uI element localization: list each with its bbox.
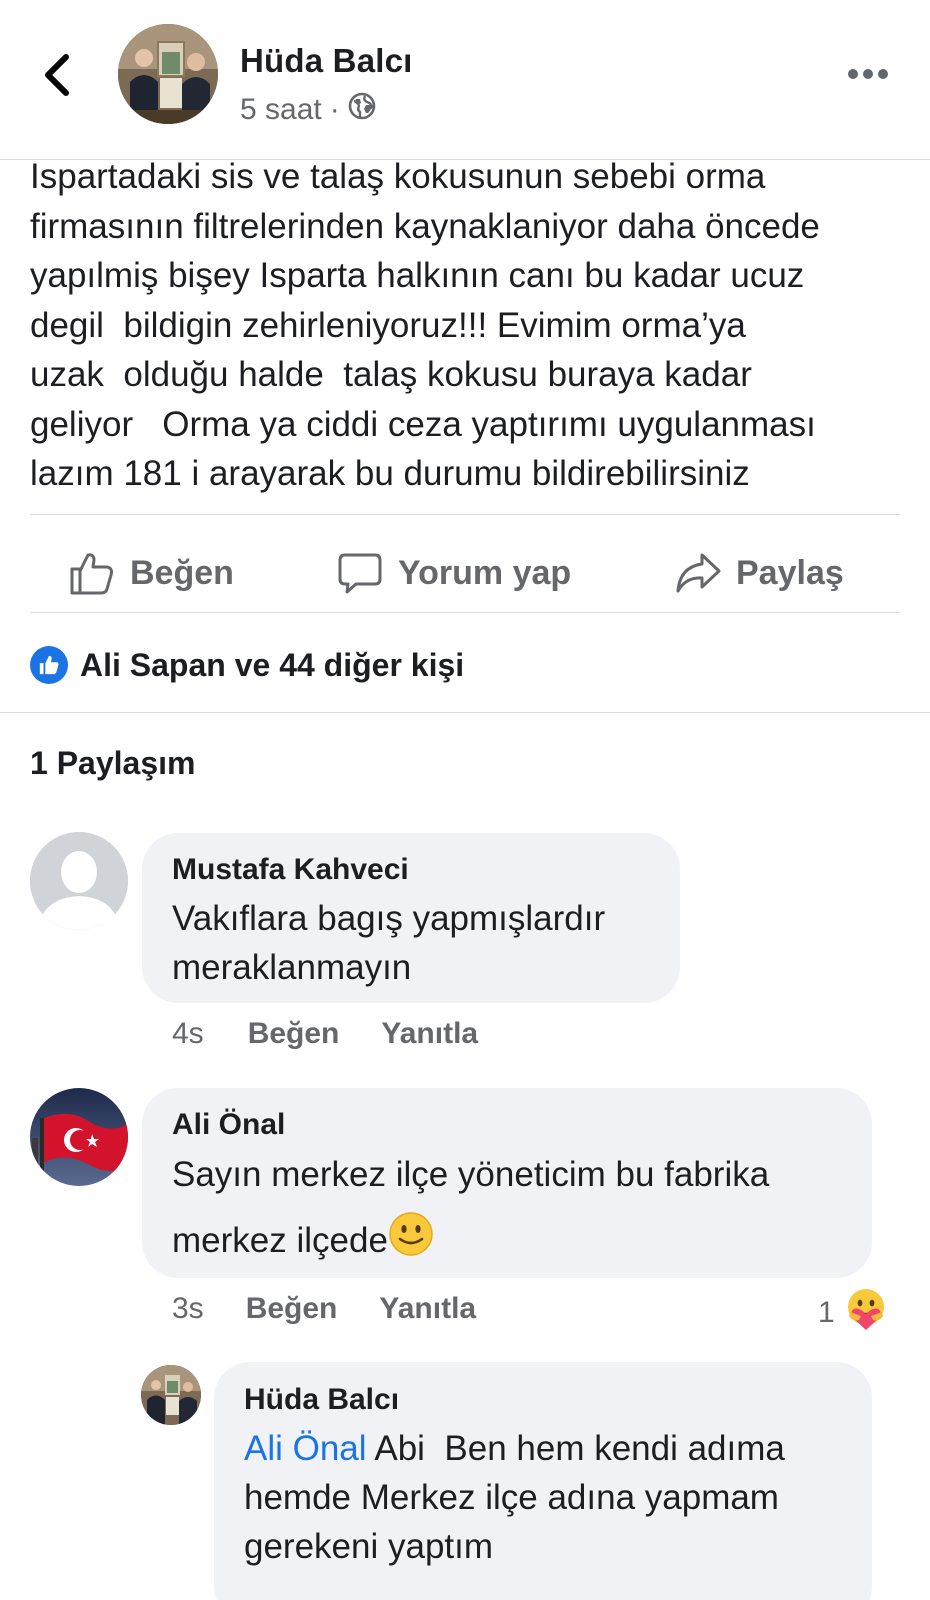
meta-separator: · xyxy=(329,93,340,126)
comment-text-line: Sayın merkez ilçe yöneticim bu fabrika xyxy=(172,1155,770,1194)
actions-top-divider xyxy=(30,514,900,515)
section-divider xyxy=(0,712,930,713)
reply-author-avatar[interactable] xyxy=(141,1365,201,1425)
care-reaction-icon xyxy=(843,1286,889,1340)
shares-count[interactable]: 1 Paylaşım xyxy=(30,745,195,782)
post-time[interactable]: 5 saat xyxy=(240,93,322,127)
comment-reply-button[interactable]: Yanıtla xyxy=(379,1292,476,1326)
reply-text: Abi Ben hem kendi adıma xyxy=(366,1429,785,1468)
comment-time[interactable]: 4s xyxy=(172,1017,204,1051)
globe-icon xyxy=(348,92,376,128)
post-header: Hüda Balcı 5 saat · xyxy=(0,0,930,160)
comment-time[interactable]: 3s xyxy=(172,1292,204,1326)
like-label: Beğen xyxy=(130,553,234,592)
post-text: Ispartadaki sis ve talaş kokusunun sebeb… xyxy=(30,157,820,493)
comment-author[interactable]: Ali Önal xyxy=(172,1108,285,1142)
reply-author[interactable]: Hüda Balcı xyxy=(244,1383,399,1417)
comment-author[interactable]: Mustafa Kahveci xyxy=(172,853,409,887)
reply-text-line: gerekeni yaptım xyxy=(244,1527,494,1566)
more-horizontal-icon[interactable] xyxy=(848,64,892,84)
comment-like-button[interactable]: Beğen xyxy=(248,1017,340,1051)
reactions-text: Ali Sapan ve 44 diğer kişi xyxy=(80,646,465,683)
reactions-summary[interactable]: Ali Sapan ve 44 diğer kişi xyxy=(30,646,464,684)
commenter-avatar-default[interactable] xyxy=(30,832,128,930)
reply-text-line: hemde Merkez ilçe adına yapmam xyxy=(244,1478,779,1517)
share-label: Paylaş xyxy=(736,553,844,592)
actions-bottom-divider xyxy=(30,612,900,613)
like-button[interactable]: Beğen xyxy=(68,545,234,601)
comment-reaction-count[interactable]: 1 xyxy=(818,1286,889,1340)
comment-icon xyxy=(336,549,384,597)
comment-text: merkez ilçede xyxy=(172,1221,388,1260)
share-icon xyxy=(674,549,722,597)
slightly-smiling-emoji-icon xyxy=(388,1211,434,1270)
author-name[interactable]: Hüda Balcı xyxy=(240,42,413,80)
mention-link[interactable]: Ali Önal xyxy=(244,1429,367,1468)
like-reaction-icon xyxy=(30,646,68,684)
comment-button[interactable]: Yorum yap xyxy=(336,545,571,601)
reaction-count: 1 xyxy=(818,1296,835,1329)
comment-text-line: meraklanmayın xyxy=(172,948,412,987)
thumbs-up-icon xyxy=(68,549,116,597)
share-button[interactable]: Paylaş xyxy=(674,545,844,601)
author-avatar[interactable] xyxy=(118,24,218,124)
comment-reply-button[interactable]: Yanıtla xyxy=(381,1017,478,1051)
comment-label: Yorum yap xyxy=(398,553,572,592)
comment-text-line: Vakıflara bagış yapmışlardır xyxy=(172,899,606,938)
reply-text-line: Ali Önal Abi Ben hem kendi adıma xyxy=(244,1424,785,1473)
comment-meta: 3s Beğen Yanıtla xyxy=(172,1292,476,1326)
comment-text-line: merkez ilçede xyxy=(172,1211,434,1270)
comment-like-button[interactable]: Beğen xyxy=(246,1292,338,1326)
chevron-left-icon[interactable] xyxy=(38,52,78,98)
commenter-avatar-flag[interactable] xyxy=(30,1088,128,1186)
comment-meta: 4s Beğen Yanıtla xyxy=(172,1017,478,1051)
post-meta: 5 saat · xyxy=(240,92,376,128)
